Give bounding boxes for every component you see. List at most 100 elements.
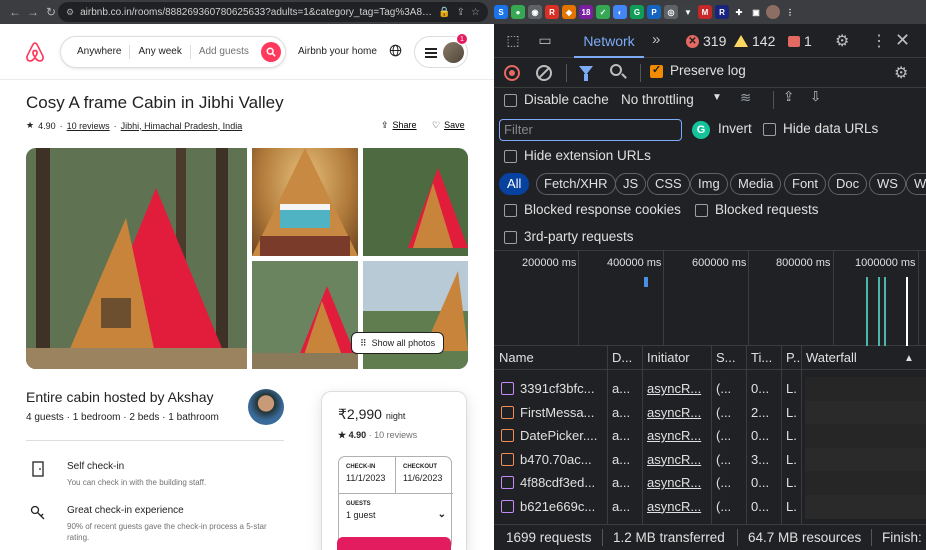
import-har-icon[interactable]: ⇪ [783, 89, 794, 105]
devtools-menu-icon[interactable]: ⋮ [871, 31, 887, 51]
chevron-down-icon[interactable]: ▼ [712, 92, 722, 103]
any-week-button[interactable]: Any week [130, 45, 191, 59]
back-icon[interactable]: ← [6, 5, 24, 19]
extension-icon[interactable]: ● [511, 5, 525, 19]
request-initiator[interactable]: asyncR... [647, 405, 711, 420]
extension-icon[interactable]: G [630, 5, 644, 19]
type-filter-img[interactable]: Img [690, 173, 728, 195]
guests-field[interactable]: GUESTS 1 guest ⌄ [346, 501, 446, 520]
globe-icon[interactable] [389, 44, 402, 57]
preserve-log-checkbox[interactable] [650, 63, 663, 78]
tab-network[interactable]: Network [574, 24, 644, 58]
disable-cache-checkbox[interactable] [504, 94, 517, 107]
col-initiator[interactable]: Initiator [647, 350, 690, 365]
grammarly-icon[interactable]: G [692, 121, 710, 139]
col-domain[interactable]: D... [612, 350, 636, 365]
reviews-link[interactable]: 10 reviews [67, 121, 110, 131]
extension-icon[interactable]: ✓ [596, 5, 610, 19]
bookmark-star-icon[interactable]: ☆ [471, 7, 480, 18]
type-filter-all[interactable]: All [499, 173, 530, 195]
menu-kebab-icon[interactable]: ⋮ [783, 5, 797, 19]
request-initiator[interactable]: asyncR... [647, 428, 711, 443]
third-party-checkbox[interactable] [504, 231, 517, 244]
type-filter-font[interactable]: Font [784, 173, 827, 195]
type-filter-ws[interactable]: WS [869, 173, 906, 195]
tune-icon[interactable]: ⚙ [66, 7, 74, 18]
share-page-icon[interactable]: ⇪ [457, 7, 465, 18]
settings-gear-icon[interactable]: ⚙ [835, 31, 849, 51]
request-row[interactable]: b470.70ac... a... asyncR... (... 3... L... [494, 447, 926, 472]
extension-icon[interactable]: S [494, 5, 508, 19]
request-initiator[interactable]: asyncR... [647, 452, 711, 467]
search-icon[interactable] [610, 64, 622, 76]
filter-icon[interactable] [579, 66, 593, 81]
airbnb-logo-icon[interactable] [24, 40, 46, 64]
type-filter-css[interactable]: CSS [647, 173, 690, 195]
col-time[interactable]: Ti... [751, 350, 775, 365]
network-settings-icon[interactable]: ⚙ [894, 63, 908, 83]
type-filter-doc[interactable]: Doc [828, 173, 868, 195]
extension-icon[interactable]: ▼ [681, 5, 695, 19]
hide-extension-urls-checkbox[interactable] [504, 150, 517, 163]
hide-data-urls-checkbox[interactable] [763, 123, 776, 136]
request-row[interactable]: DatePicker.... a... asyncR... (... 0... L... [494, 424, 926, 448]
extension-icon[interactable]: M [698, 5, 712, 19]
device-toolbar-icon[interactable]: ▭ [534, 32, 556, 49]
photo-exterior-side[interactable] [363, 148, 468, 256]
request-row[interactable]: FirstMessa... a... asyncR... (... 2... L... [494, 400, 926, 425]
request-row[interactable]: 4f88cdf3ed... a... asyncR... (... 0... L... [494, 471, 926, 495]
photo-main[interactable] [26, 148, 247, 369]
request-initiator[interactable]: asyncR... [647, 499, 711, 514]
filter-input[interactable]: Filter [499, 119, 682, 141]
request-row[interactable]: b621e669c... a... asyncR... (... 0... L... [494, 494, 926, 519]
extension-icon[interactable]: ◆ [562, 5, 576, 19]
booking-reviews-link[interactable]: 10 reviews [374, 430, 417, 440]
address-bar[interactable]: ⚙ airbnb.co.in/rooms/888269360780625633?… [58, 2, 488, 22]
lock-icon[interactable]: 🔒 [438, 7, 450, 18]
inspect-element-icon[interactable]: ⬚ [502, 32, 524, 49]
extension-icon[interactable]: R [715, 5, 729, 19]
error-counter[interactable]: ✕ 319 [686, 33, 726, 49]
forward-icon[interactable]: → [24, 5, 42, 19]
record-button[interactable] [504, 65, 520, 81]
save-button[interactable]: ♡ Save [432, 120, 465, 131]
extension-icon[interactable]: P [647, 5, 661, 19]
warning-counter[interactable]: 142 [734, 33, 775, 49]
airbnb-your-home-link[interactable]: Airbnb your home [298, 46, 377, 57]
profile-avatar[interactable] [766, 5, 780, 19]
extension-icon[interactable]: ◎ [664, 5, 678, 19]
reserve-button[interactable] [337, 537, 451, 550]
issues-counter[interactable]: 1 [788, 33, 812, 49]
col-priority[interactable]: P... [786, 350, 800, 365]
blocked-cookies-checkbox[interactable] [504, 204, 517, 217]
show-all-photos-button[interactable]: ⠿ Show all photos [351, 332, 445, 354]
close-devtools-icon[interactable]: ✕ [895, 30, 910, 51]
type-filter-wasm[interactable]: W [906, 173, 926, 195]
extension-icon[interactable]: R [545, 5, 559, 19]
network-overview[interactable]: 200000 ms 400000 ms 600000 ms 800000 ms … [494, 250, 926, 347]
sort-ascending-icon[interactable]: ▲ [904, 353, 914, 364]
extension-icon[interactable]: ◉ [528, 5, 542, 19]
network-conditions-icon[interactable]: ≋ [740, 90, 751, 106]
location-link[interactable]: Jibhi, Himachal Pradesh, India [121, 121, 243, 131]
request-row[interactable]: 3391cf3bfc... a... asyncR... (... 0... L... [494, 377, 926, 401]
col-status[interactable]: S... [716, 350, 740, 365]
add-guests-button[interactable]: Add guests [191, 45, 257, 59]
host-avatar[interactable] [248, 389, 284, 425]
checkin-field[interactable]: CHECK-IN 11/1/2023 [346, 464, 385, 483]
request-initiator[interactable]: asyncR... [647, 475, 711, 490]
extension-icon[interactable]: ◐ [613, 5, 627, 19]
search-button[interactable] [261, 42, 281, 62]
extension-icon[interactable]: 18 [579, 5, 593, 19]
type-filter-js[interactable]: JS [615, 173, 647, 195]
photo-cabin-wide[interactable] [252, 261, 358, 369]
more-tabs-icon[interactable]: » [652, 31, 660, 48]
share-button[interactable]: ⇪ Share [381, 120, 417, 131]
throttling-select[interactable]: No throttling [621, 92, 694, 107]
anywhere-button[interactable]: Anywhere [61, 45, 131, 59]
export-har-icon[interactable]: ⇩ [810, 89, 821, 105]
clear-button[interactable] [536, 65, 552, 81]
col-name[interactable]: Name [499, 350, 534, 365]
type-filter-media[interactable]: Media [730, 173, 782, 195]
request-initiator[interactable]: asyncR... [647, 381, 711, 396]
